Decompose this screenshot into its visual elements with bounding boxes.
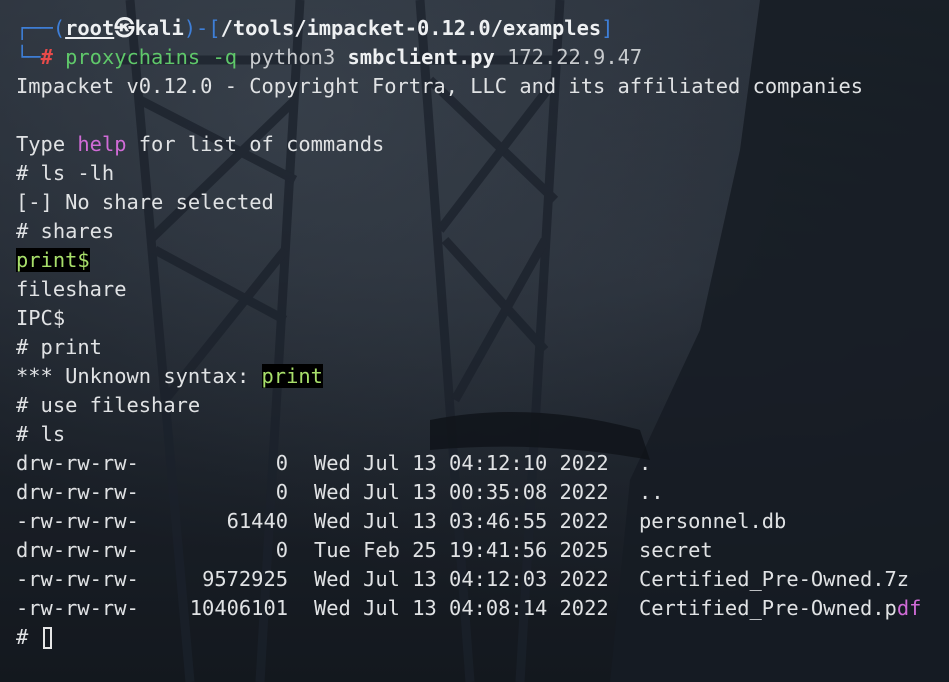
listing-perm: -rw-rw-rw-: [16, 509, 139, 533]
listing-perm: -rw-rw-rw-: [16, 567, 139, 591]
prompt-host: kali: [134, 16, 184, 40]
command-flag: -q: [212, 45, 238, 69]
help-hint-suffix: for list of commands: [126, 132, 385, 156]
listing-name-tail: df: [896, 596, 922, 620]
banner-line: Impacket v0.12.0 - Copyright Fortra, LLC…: [16, 74, 864, 98]
unknown-syntax-line: *** Unknown syntax: print: [16, 362, 949, 391]
prompt-close-bracket: ]: [601, 16, 614, 40]
share-print: print$: [16, 246, 949, 275]
listing-size: 10406101: [189, 596, 288, 620]
prompt-line-2: └─# proxychains -q python3 smbclient.py …: [16, 43, 949, 72]
listing-name: secret: [639, 538, 713, 562]
command-ip: 172.22.9.47: [507, 45, 643, 69]
text-cursor[interactable]: [42, 627, 52, 649]
cmd-ls-lh: # ls -lh: [16, 161, 115, 185]
terminal-output: ┌──(root㉿kali)-[/tools/impacket-0.12.0/e…: [16, 14, 949, 652]
command-proxychains: proxychains: [65, 45, 201, 69]
listing-row: drw-rw-rw- 0 Tue Feb 25 19:41:56 2025 secre…: [16, 536, 949, 565]
prompt-open: ┌──(: [16, 16, 66, 40]
listing-name: .: [639, 451, 652, 475]
prompt-close: )-[: [183, 16, 221, 40]
share-fileshare: fileshare: [16, 277, 127, 301]
listing-date: Wed Jul 13 00:35:08 2022: [314, 480, 609, 504]
final-prompt: #: [16, 625, 41, 649]
prompt-path: /tools/impacket-0.12.0/examples: [220, 16, 602, 40]
cmd-ls: # ls: [16, 422, 66, 446]
unknown-syntax-word: print: [261, 364, 323, 388]
command-script: smbclient.py: [347, 45, 495, 69]
listing-date: Tue Feb 25 19:41:56 2025: [314, 538, 609, 562]
listing-size: 0: [275, 451, 288, 475]
file-listing: drw-rw-rw- 0 Wed Jul 13 04:12:10 2022. drw…: [16, 449, 949, 623]
listing-row: -rw-rw-rw- 10406101 Wed Jul 13 04:08:14 20…: [16, 594, 949, 623]
prompt-user: root: [65, 16, 115, 40]
listing-row: drw-rw-rw- 0 Wed Jul 13 04:12:10 2022.: [16, 449, 949, 478]
final-prompt-line[interactable]: #: [16, 623, 949, 652]
help-hint-prefix: Type: [16, 132, 78, 156]
listing-name: Certified_Pre-Owned.7z: [639, 567, 910, 591]
listing-name: ..: [639, 480, 664, 504]
listing-date: Wed Jul 13 04:12:03 2022: [314, 567, 609, 591]
listing-perm: drw-rw-rw-: [16, 538, 139, 562]
listing-row: -rw-rw-rw- 61440 Wed Jul 13 03:46:55 2022 p…: [16, 507, 949, 536]
listing-perm: drw-rw-rw-: [16, 451, 139, 475]
listing-row: -rw-rw-rw- 9572925 Wed Jul 13 04:12:03 202…: [16, 565, 949, 594]
prompt-hash: #: [40, 45, 53, 69]
listing-size: 9572925: [202, 567, 288, 591]
cmd-shares: # shares: [16, 219, 115, 243]
prompt-at-icon: ㉿: [114, 16, 135, 40]
prompt-line-1: ┌──(root㉿kali)-[/tools/impacket-0.12.0/e…: [16, 14, 949, 43]
listing-date: Wed Jul 13 04:12:10 2022: [314, 451, 609, 475]
listing-row: drw-rw-rw- 0 Wed Jul 13 00:35:08 2022..: [16, 478, 949, 507]
listing-perm: drw-rw-rw-: [16, 480, 139, 504]
prompt-corner: └─: [16, 45, 41, 69]
listing-perm: -rw-rw-rw-: [16, 596, 139, 620]
cmd-use-fileshare: # use fileshare: [16, 393, 201, 417]
no-share-error: [-] No share selected: [16, 190, 274, 214]
help-hint-line: Type help for list of commands: [16, 130, 949, 159]
unknown-syntax-prefix: *** Unknown syntax:: [16, 364, 262, 388]
cmd-print: # print: [16, 335, 102, 359]
share-ipc: IPC$: [16, 306, 66, 330]
listing-date: Wed Jul 13 04:08:14 2022: [314, 596, 609, 620]
listing-size: 61440: [226, 509, 288, 533]
listing-name: Certified_Pre-Owned.p: [639, 596, 897, 620]
listing-name: personnel.db: [639, 509, 787, 533]
listing-size: 0: [275, 480, 288, 504]
share-print-highlight: print$: [16, 248, 90, 272]
command-python: python3: [249, 45, 336, 69]
listing-date: Wed Jul 13 03:46:55 2022: [314, 509, 609, 533]
listing-size: 0: [275, 538, 288, 562]
help-keyword: help: [77, 132, 127, 156]
